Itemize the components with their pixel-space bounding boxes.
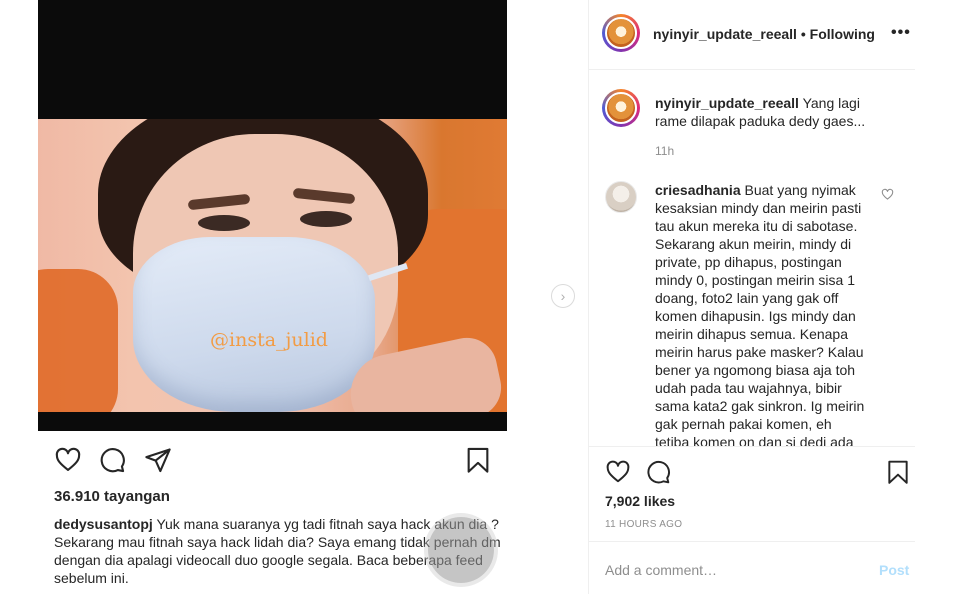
comment-bubble-icon[interactable] [645, 459, 671, 485]
add-comment-input[interactable] [605, 562, 855, 578]
eye-right [300, 211, 352, 227]
video-content[interactable]: @insta_julid [38, 119, 507, 412]
comment-username[interactable]: criesadhania [655, 182, 741, 198]
touch-indicator [428, 517, 494, 583]
embedded-post-footer: 36.910 tayangan dedysusantopj Yuk mana s… [38, 431, 507, 594]
share-icon [145, 448, 171, 473]
comment-icon [100, 448, 125, 473]
save-bookmark-icon[interactable] [885, 459, 911, 485]
following-button[interactable]: Following [810, 26, 875, 42]
face-mask [133, 237, 375, 412]
comments-list[interactable]: nyinyir_update_reeall Yang lagi rame dil… [589, 70, 915, 446]
post-details-panel: nyinyir_update_reeall • Following ••• ny… [588, 0, 915, 594]
like-count[interactable]: 7,902 likes [605, 493, 675, 509]
embedded-caption-user: dedysusantopj [54, 516, 153, 532]
header-separator: • [796, 26, 810, 42]
comment-item: criesadhania Buat yang nyimak kesaksian … [655, 181, 867, 446]
heart-icon [55, 447, 81, 471]
more-options-icon[interactable]: ••• [891, 24, 911, 42]
embedded-action-row [54, 446, 494, 476]
post-actions: 7,902 likes 11 HOURS AGO Post [589, 446, 915, 595]
sofa-left [38, 269, 118, 412]
header-username[interactable]: nyinyir_update_reeall [653, 26, 797, 42]
comment-like-icon[interactable] [881, 188, 894, 201]
owner-timestamp[interactable]: 11h [655, 144, 674, 158]
view-count: 36.910 tayangan [54, 488, 170, 505]
add-comment-bar: Post [589, 541, 915, 596]
like-heart-icon[interactable] [605, 459, 631, 485]
bookmark-icon [467, 447, 489, 473]
video-letterbox-bottom [38, 412, 507, 431]
owner-username[interactable]: nyinyir_update_reeall [655, 95, 799, 111]
chevron-right-icon: › [560, 288, 566, 304]
owner-caption: nyinyir_update_reeall Yang lagi rame dil… [655, 94, 895, 130]
eye-left [198, 215, 250, 231]
header-user-line: nyinyir_update_reeall • Following [653, 26, 875, 42]
post-header: nyinyir_update_reeall • Following ••• [589, 0, 915, 70]
owner-avatar[interactable] [602, 89, 640, 127]
next-media-button[interactable]: › [551, 284, 575, 308]
comment-avatar[interactable] [605, 181, 637, 213]
video-letterbox-top [38, 0, 507, 119]
avatar[interactable] [602, 14, 640, 52]
video-watermark: @insta_julid [210, 329, 328, 351]
post-timestamp[interactable]: 11 HOURS AGO [605, 519, 682, 530]
post-media: @insta_julid 36.910 tayangan dedysusanto… [0, 0, 588, 594]
comment-text: Buat yang nyimak kesaksian mindy dan mei… [655, 182, 865, 446]
post-comment-button[interactable]: Post [879, 562, 909, 578]
video-frame[interactable]: @insta_julid 36.910 tayangan dedysusanto… [38, 0, 507, 594]
